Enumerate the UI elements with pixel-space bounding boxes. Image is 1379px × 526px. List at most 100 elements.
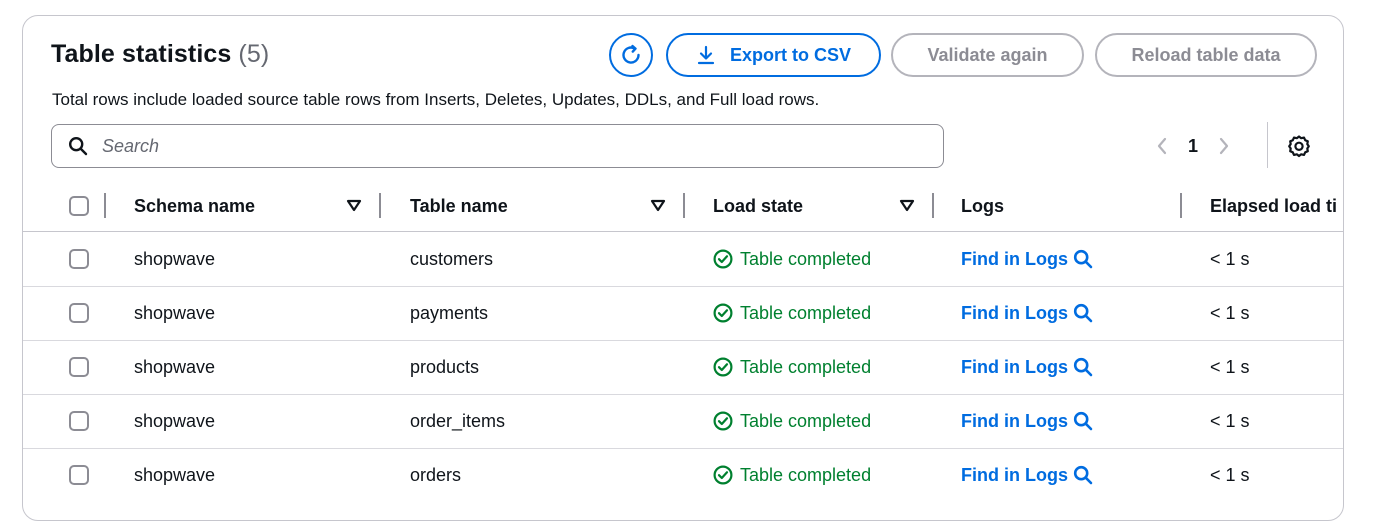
table-name-cell: products (410, 356, 480, 377)
load-state-cell: Table completed (713, 394, 871, 448)
pagination-divider (1267, 122, 1268, 168)
previous-page-button[interactable] (1151, 136, 1173, 156)
load-state-cell: Table completed (713, 286, 871, 340)
gear-icon (1288, 135, 1310, 158)
column-divider (1180, 193, 1182, 218)
table-name-cell: payments (410, 302, 489, 323)
load-state-cell: Table completed (713, 340, 871, 394)
table-row: shopwave customers Table completed Find … (23, 232, 1343, 287)
sort-caret-icon[interactable] (650, 199, 666, 213)
check-circle-icon (713, 465, 733, 485)
find-in-logs-link[interactable]: Find in Logs (961, 448, 1093, 502)
table-name-cell: customers (410, 248, 494, 269)
find-in-logs-label: Find in Logs (961, 248, 1068, 269)
column-divider (683, 193, 685, 218)
load-state-text: Table completed (740, 356, 872, 377)
schema-name-cell: shopwave (134, 410, 216, 431)
check-circle-icon (713, 411, 733, 431)
row-select-cell (69, 340, 89, 394)
find-in-logs-link[interactable]: Find in Logs (961, 232, 1093, 286)
row-select-cell (69, 394, 89, 448)
table-row: shopwave orders Table completed Find in … (23, 448, 1343, 502)
next-page-button[interactable] (1213, 136, 1235, 156)
chevron-left-icon (1157, 137, 1167, 155)
table-row: shopwave products Table completed Find i… (23, 340, 1343, 395)
search-icon (68, 136, 88, 156)
search-icon (1073, 303, 1093, 323)
table-header: Schema name Table name Load state Logs E… (23, 181, 1343, 232)
search-box[interactable] (51, 124, 944, 168)
column-header-table-name[interactable]: Table name (410, 181, 508, 231)
search-icon (1073, 249, 1093, 269)
search-icon (1073, 411, 1093, 431)
schema-name-cell: shopwave (134, 302, 216, 323)
table-name-cell: orders (410, 464, 462, 485)
table-description: Total rows include loaded source table r… (52, 90, 820, 109)
validate-again-label: Validate again (927, 44, 1048, 65)
select-all-cell (69, 181, 89, 231)
export-csv-button[interactable]: Export to CSV (666, 33, 881, 77)
find-in-logs-link[interactable]: Find in Logs (961, 394, 1093, 448)
find-in-logs-label: Find in Logs (961, 356, 1068, 377)
elapsed-load-time-cell: < 1 s (1210, 464, 1250, 485)
find-in-logs-link[interactable]: Find in Logs (961, 340, 1093, 394)
find-in-logs-label: Find in Logs (961, 410, 1068, 431)
load-state-cell: Table completed (713, 448, 871, 502)
find-in-logs-label: Find in Logs (961, 464, 1068, 485)
schema-name-cell: shopwave (134, 248, 216, 269)
column-header-elapsed-load-time[interactable]: Elapsed load ti (1210, 181, 1337, 231)
load-state-text: Table completed (740, 248, 872, 269)
column-divider (104, 193, 106, 218)
table-statistics-panel: Table statistics (5) Export to CSV Valid… (22, 15, 1344, 521)
load-state-text: Table completed (740, 410, 872, 431)
load-state-text: Table completed (740, 464, 872, 485)
search-icon (1073, 465, 1093, 485)
check-circle-icon (713, 249, 733, 269)
sort-caret-icon[interactable] (346, 199, 362, 213)
elapsed-load-time-cell: < 1 s (1210, 356, 1250, 377)
elapsed-load-time-cell: < 1 s (1210, 410, 1250, 431)
row-checkbox[interactable] (69, 465, 89, 485)
preferences-button[interactable] (1286, 133, 1312, 159)
check-circle-icon (713, 357, 733, 377)
chevron-right-icon (1219, 137, 1229, 155)
table-name-cell: order_items (410, 410, 506, 431)
column-header-logs: Logs (961, 195, 1004, 216)
check-circle-icon (713, 303, 733, 323)
find-in-logs-label: Find in Logs (961, 302, 1068, 323)
export-csv-label: Export to CSV (729, 44, 851, 65)
sort-caret-icon[interactable] (899, 199, 915, 213)
load-state-text: Table completed (740, 302, 872, 323)
download-icon (697, 45, 715, 65)
pagination: 1 (1151, 128, 1235, 164)
row-select-cell (69, 286, 89, 340)
column-divider (932, 193, 934, 218)
elapsed-load-time-cell: < 1 s (1210, 302, 1250, 323)
title-text: Table statistics (51, 40, 232, 68)
select-all-checkbox[interactable] (69, 196, 89, 216)
column-header-schema-name[interactable]: Schema name (134, 181, 255, 231)
reload-table-data-label: Reload table data (1131, 44, 1281, 65)
elapsed-load-time-cell: < 1 s (1210, 248, 1250, 269)
table-row: shopwave payments Table completed Find i… (23, 286, 1343, 341)
schema-name-cell: shopwave (134, 464, 216, 485)
row-select-cell (69, 448, 89, 502)
refresh-icon (622, 44, 640, 64)
find-in-logs-link[interactable]: Find in Logs (961, 286, 1093, 340)
refresh-button[interactable] (609, 33, 653, 77)
row-checkbox[interactable] (69, 303, 89, 323)
table-count: (5) (238, 40, 270, 68)
search-input[interactable] (100, 134, 904, 158)
column-divider (379, 193, 381, 218)
search-icon (1073, 357, 1093, 377)
row-checkbox[interactable] (69, 357, 89, 377)
row-checkbox[interactable] (69, 249, 89, 269)
row-select-cell (69, 232, 89, 286)
reload-table-data-button[interactable]: Reload table data (1095, 33, 1317, 77)
page-title: Table statistics (5) (51, 40, 269, 69)
schema-name-cell: shopwave (134, 356, 216, 377)
column-header-load-state[interactable]: Load state (713, 181, 803, 231)
validate-again-button[interactable]: Validate again (891, 33, 1084, 77)
page-number-button[interactable]: 1 (1173, 136, 1213, 157)
row-checkbox[interactable] (69, 411, 89, 431)
